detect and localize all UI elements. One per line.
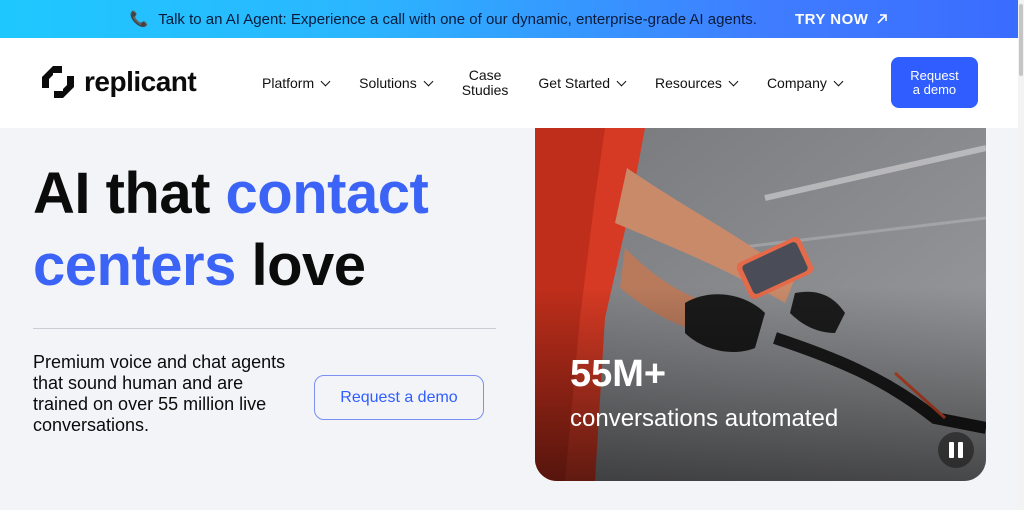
nav-company[interactable]: Company [766, 75, 844, 91]
hero-headline: AI that contact centers love [33, 158, 513, 302]
scrollbar-thumb[interactable] [1019, 4, 1023, 76]
nav-case-studies[interactable]: Case Studies [462, 68, 509, 98]
pause-icon-bar-left [949, 442, 954, 458]
nav-get-started[interactable]: Get Started [538, 75, 627, 91]
main-nav: Platform Solutions Case Studies Get Star… [262, 38, 872, 128]
chevron-down-icon [616, 76, 627, 86]
nav-case-studies-line1: Case [468, 67, 502, 83]
request-demo-line1: Request [910, 67, 959, 83]
phone-icon: 📞 [129, 10, 149, 28]
hero-description: Premium voice and chat agents that sound… [33, 352, 286, 435]
nav-solutions-label: Solutions [359, 75, 417, 91]
request-demo-header-label: Request a demo [910, 67, 959, 97]
try-now-label: TRY NOW [794, 10, 869, 28]
nav-resources[interactable]: Resources [655, 75, 739, 91]
promo-bar: 📞 Talk to an AI Agent: Experience a call… [0, 0, 1018, 38]
nav-platform[interactable]: Platform [262, 75, 331, 91]
request-demo-line2: a demo [912, 81, 957, 97]
headline-part1: AI that [33, 161, 226, 226]
request-demo-header-button[interactable]: Request a demo [891, 57, 978, 108]
stat-value: 55M+ [570, 353, 667, 395]
nav-resources-label: Resources [655, 75, 722, 91]
nav-solutions[interactable]: Solutions [359, 75, 434, 91]
request-demo-hero-button[interactable]: Request a demo [314, 375, 484, 420]
headline-part2: love [235, 233, 366, 298]
nav-get-started-label: Get Started [538, 75, 611, 91]
headline-accent2: centers [33, 233, 236, 298]
replicant-logo-icon [40, 64, 76, 100]
nav-platform-label: Platform [262, 75, 315, 91]
hero-divider [33, 328, 496, 329]
logo-wordmark: replicant [84, 66, 197, 97]
headline-accent1: contact [225, 161, 429, 226]
nav-case-studies-line2: Studies [461, 82, 509, 98]
nav-company-label: Company [766, 75, 827, 91]
request-demo-hero-label: Request a demo [340, 388, 458, 406]
chevron-down-icon [320, 76, 331, 86]
logo[interactable]: replicant [40, 64, 197, 100]
site-header: replicant Platform Solutions Case Studie… [0, 38, 1018, 128]
chevron-down-icon [728, 76, 739, 86]
stat-label: conversations automated [570, 405, 839, 432]
promo-message: Talk to an AI Agent: Experience a call w… [158, 10, 757, 28]
arrow-up-right-icon [876, 13, 888, 25]
pause-button[interactable] [938, 432, 974, 468]
scrollbar[interactable] [1018, 0, 1024, 510]
try-now-link[interactable]: TRY NOW [795, 11, 889, 28]
chevron-down-icon [833, 76, 844, 86]
chevron-down-icon [423, 76, 434, 86]
pause-icon-bar-right [958, 442, 963, 458]
